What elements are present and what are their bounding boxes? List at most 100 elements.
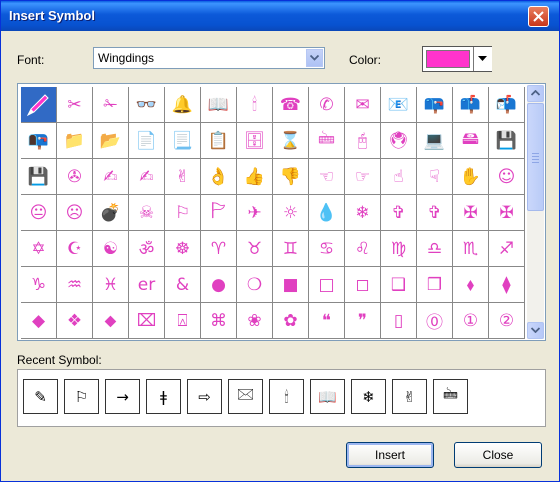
- symbol-cell[interactable]: ■: [273, 267, 309, 303]
- symbol-cell[interactable]: ◻: [345, 267, 381, 303]
- symbol-cell[interactable]: ⬥: [93, 303, 129, 339]
- symbol-cell[interactable]: ❑: [381, 267, 417, 303]
- symbol-cell[interactable]: ❖: [57, 303, 93, 339]
- symbol-cell[interactable]: ☟: [417, 159, 453, 195]
- symbol-cell[interactable]: 🖰: [345, 123, 381, 159]
- recent-symbol-cell[interactable]: 📖: [310, 379, 345, 414]
- scroll-down-button[interactable]: [527, 322, 544, 339]
- symbol-cell[interactable]: 📬: [489, 87, 525, 123]
- symbol-cell[interactable]: ॐ: [129, 231, 165, 267]
- symbol-cell[interactable]: 🖲: [381, 123, 417, 159]
- symbol-cell[interactable]: ⍓: [165, 303, 201, 339]
- symbol-cell[interactable]: 💧: [309, 195, 345, 231]
- recent-symbol-cell[interactable]: 🕯: [269, 379, 304, 414]
- symbol-cell[interactable]: 📭: [21, 123, 57, 159]
- symbol-cell[interactable]: ❞: [345, 303, 381, 339]
- symbol-cell[interactable]: ♌: [345, 231, 381, 267]
- symbol-cell[interactable]: ◆: [21, 303, 57, 339]
- color-dropdown-button[interactable]: [473, 47, 492, 71]
- symbol-cell[interactable]: ⚐: [165, 195, 201, 231]
- symbol-cell[interactable]: ♐: [489, 231, 525, 267]
- symbol-cell[interactable]: 🕯: [237, 87, 273, 123]
- symbol-cell[interactable]: ♈: [201, 231, 237, 267]
- symbol-cell[interactable]: [21, 87, 57, 123]
- symbol-cell[interactable]: ✍: [129, 159, 165, 195]
- symbol-cell[interactable]: ☯: [93, 231, 129, 267]
- recent-symbol-cell[interactable]: 🖮: [433, 379, 468, 414]
- symbol-cell[interactable]: 📄: [129, 123, 165, 159]
- symbol-cell[interactable]: 👎: [273, 159, 309, 195]
- scroll-thumb[interactable]: [527, 103, 544, 211]
- symbol-cell[interactable]: 📃: [165, 123, 201, 159]
- symbol-cell[interactable]: ✇: [57, 159, 93, 195]
- close-button[interactable]: Close: [454, 442, 542, 468]
- symbol-cell[interactable]: 🗄: [237, 123, 273, 159]
- symbol-cell[interactable]: ☺: [489, 159, 525, 195]
- symbol-cell[interactable]: ☎: [273, 87, 309, 123]
- symbol-cell[interactable]: 🔔: [165, 87, 201, 123]
- symbol-cell[interactable]: ♋: [309, 231, 345, 267]
- font-select[interactable]: Wingdings: [93, 47, 325, 69]
- symbol-cell[interactable]: ☪: [57, 231, 93, 267]
- recent-symbol-cell[interactable]: 🖂: [228, 379, 263, 414]
- symbol-cell[interactable]: ②: [489, 303, 525, 339]
- symbol-cell[interactable]: ☝: [381, 159, 417, 195]
- symbol-cell[interactable]: 💾: [489, 123, 525, 159]
- symbol-cell[interactable]: ☼: [273, 195, 309, 231]
- symbol-cell[interactable]: 📋: [201, 123, 237, 159]
- symbol-cell[interactable]: 📂: [93, 123, 129, 159]
- symbol-cell[interactable]: ①: [453, 303, 489, 339]
- symbol-cell[interactable]: ♑: [21, 267, 57, 303]
- symbol-cell[interactable]: ●: [201, 267, 237, 303]
- font-dropdown-button[interactable]: [306, 49, 323, 67]
- window-close-button[interactable]: [528, 6, 549, 27]
- symbol-cell[interactable]: 👌: [201, 159, 237, 195]
- symbol-cell[interactable]: ♏: [453, 231, 489, 267]
- symbol-cell[interactable]: ☸: [165, 231, 201, 267]
- symbol-cell[interactable]: ✈: [237, 195, 273, 231]
- recent-symbol-cell[interactable]: →: [105, 379, 140, 414]
- symbol-cell[interactable]: ✁: [93, 87, 129, 123]
- symbol-cell[interactable]: ❀: [237, 303, 273, 339]
- symbol-cell[interactable]: ⌛: [273, 123, 309, 159]
- color-swatch[interactable]: [426, 50, 470, 68]
- symbol-cell[interactable]: 📖: [201, 87, 237, 123]
- symbol-cell[interactable]: ✆: [309, 87, 345, 123]
- symbol-cell[interactable]: 📪: [417, 87, 453, 123]
- symbol-cell[interactable]: ✍: [93, 159, 129, 195]
- symbol-cell[interactable]: ☞: [345, 159, 381, 195]
- recent-symbol-cell[interactable]: ❄: [351, 379, 386, 414]
- symbol-grid-scrollbar[interactable]: [527, 85, 544, 339]
- symbol-cell[interactable]: ✠: [489, 195, 525, 231]
- symbol-cell[interactable]: ✂: [57, 87, 93, 123]
- symbol-cell[interactable]: ♎: [417, 231, 453, 267]
- symbol-cell[interactable]: 🖮: [309, 123, 345, 159]
- symbol-cell[interactable]: 🏱: [201, 195, 237, 231]
- symbol-cell[interactable]: 💻: [417, 123, 453, 159]
- symbol-cell[interactable]: er: [129, 267, 165, 303]
- symbol-cell[interactable]: ▯: [381, 303, 417, 339]
- symbol-cell[interactable]: ☠: [129, 195, 165, 231]
- symbol-cell[interactable]: ❍: [237, 267, 273, 303]
- symbol-cell[interactable]: ✠: [453, 195, 489, 231]
- recent-symbol-cell[interactable]: ⚐: [64, 379, 99, 414]
- symbol-cell[interactable]: 👍: [237, 159, 273, 195]
- symbol-cell[interactable]: ☹: [57, 195, 93, 231]
- symbol-cell[interactable]: 🖴: [453, 123, 489, 159]
- recent-symbol-cell[interactable]: ✎: [23, 379, 58, 414]
- scroll-up-button[interactable]: [527, 85, 544, 102]
- symbol-cell[interactable]: ♉: [237, 231, 273, 267]
- symbol-cell[interactable]: ♓: [93, 267, 129, 303]
- symbol-cell[interactable]: ♊: [273, 231, 309, 267]
- symbol-cell[interactable]: ❝: [309, 303, 345, 339]
- symbol-cell[interactable]: 📫: [453, 87, 489, 123]
- symbol-cell[interactable]: ⌘: [201, 303, 237, 339]
- insert-button[interactable]: Insert: [346, 442, 434, 468]
- symbol-cell[interactable]: ✡: [21, 231, 57, 267]
- symbol-cell[interactable]: ⓪: [417, 303, 453, 339]
- symbol-cell[interactable]: 📧: [381, 87, 417, 123]
- recent-symbol-cell[interactable]: ⇨: [187, 379, 222, 414]
- symbol-cell[interactable]: ✌: [165, 159, 201, 195]
- symbol-cell[interactable]: &: [165, 267, 201, 303]
- recent-symbol-cell[interactable]: ǂ: [146, 379, 181, 414]
